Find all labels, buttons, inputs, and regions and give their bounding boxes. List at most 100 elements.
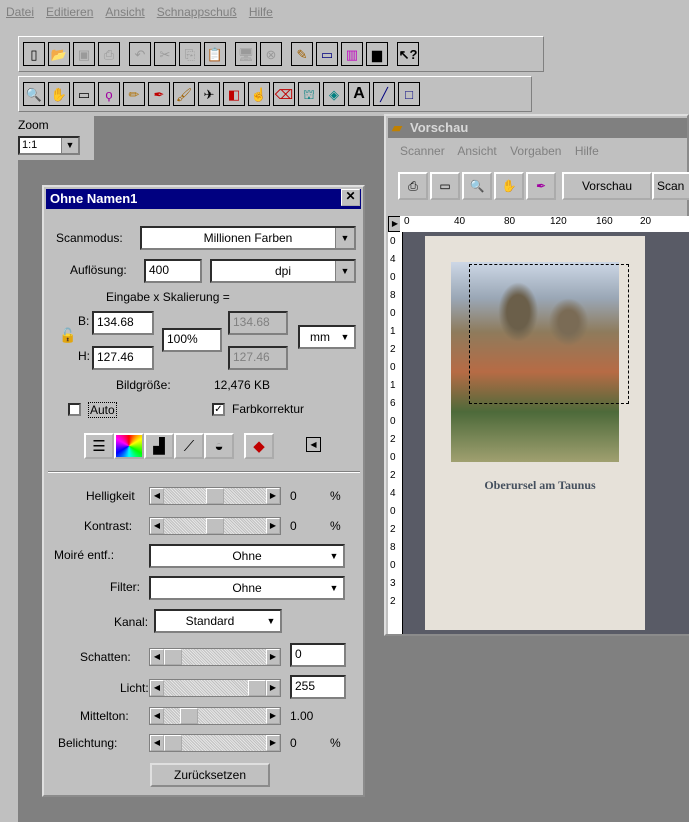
smudge-icon[interactable]: ☝ bbox=[248, 82, 270, 106]
undo-icon[interactable]: ↶ bbox=[129, 42, 151, 66]
auto-checkbox[interactable] bbox=[68, 403, 81, 416]
kanal-select[interactable]: Standard ▼ bbox=[154, 609, 282, 633]
arrow-left-icon[interactable]: ◀ bbox=[150, 680, 164, 696]
histogram-icon[interactable]: ▟ bbox=[144, 433, 174, 459]
menu-ansicht[interactable]: Ansicht bbox=[99, 5, 150, 19]
brush-icon[interactable]: 🖌 bbox=[173, 82, 195, 106]
arrow-left-icon[interactable]: ◀ bbox=[150, 649, 164, 665]
save-icon[interactable]: ▣ bbox=[73, 42, 95, 66]
chevron-down-icon[interactable]: ▼ bbox=[336, 327, 354, 347]
stop-icon[interactable]: ⊗ bbox=[260, 42, 282, 66]
pencil-icon[interactable]: ✏ bbox=[123, 82, 145, 106]
scanner-icon[interactable]: ⎙ bbox=[398, 172, 428, 200]
aufloesung-unit-select[interactable]: dpi ▼ bbox=[210, 259, 356, 283]
fill-icon[interactable]: ◈ bbox=[323, 82, 345, 106]
arrow-right-icon[interactable]: ▶ bbox=[266, 680, 280, 696]
chevron-down-icon[interactable]: ▼ bbox=[262, 611, 280, 631]
brush-tool-icon[interactable]: ✎ bbox=[291, 42, 313, 66]
rect-select-icon[interactable]: ▭ bbox=[430, 172, 460, 200]
arrow-right-icon[interactable]: ▶ bbox=[266, 649, 280, 665]
copy-icon[interactable]: ⎘ bbox=[179, 42, 201, 66]
zoom-select[interactable]: 1:1 ▼ bbox=[18, 136, 80, 155]
menu-editieren[interactable]: Editieren bbox=[40, 5, 99, 19]
slider-thumb[interactable] bbox=[164, 735, 182, 751]
scan-button[interactable]: Scan bbox=[652, 172, 689, 200]
menu-hilfe[interactable]: Hilfe bbox=[243, 5, 279, 19]
menu-datei[interactable]: Datei bbox=[0, 5, 40, 19]
farbkorrektur-checkbox[interactable]: ✓ bbox=[212, 403, 225, 416]
print-icon[interactable]: ⎙ bbox=[98, 42, 120, 66]
zoom-icon[interactable]: 🔍 bbox=[462, 172, 492, 200]
menu-hilfe[interactable]: Hilfe bbox=[575, 144, 599, 158]
schatten-input[interactable]: 0 bbox=[290, 643, 346, 667]
curves-icon[interactable]: ⟋ bbox=[174, 433, 204, 459]
mittelton-slider[interactable]: ◀ ▶ bbox=[149, 707, 281, 725]
arrow-right-icon[interactable]: ▶ bbox=[266, 518, 280, 534]
slider-thumb[interactable] bbox=[206, 518, 224, 534]
rect-select-icon[interactable]: ▭ bbox=[73, 82, 95, 106]
scale-input[interactable]: 100% bbox=[162, 328, 222, 352]
scanmodus-select[interactable]: Millionen Farben ▼ bbox=[140, 226, 356, 250]
arrow-right-icon[interactable]: ▶ bbox=[266, 488, 280, 504]
preview-area[interactable]: Oberursel am Taunus bbox=[403, 232, 689, 634]
expand-arrow-icon[interactable]: ◀ bbox=[306, 437, 321, 452]
color-wheel-icon[interactable] bbox=[114, 433, 144, 459]
slider-thumb[interactable] bbox=[164, 649, 182, 665]
arrow-left-icon[interactable]: ◀ bbox=[150, 488, 164, 504]
zoom-tool-icon[interactable]: 🔍 bbox=[23, 82, 45, 106]
chevron-down-icon[interactable]: ▼ bbox=[325, 546, 343, 566]
reset-button[interactable]: Zurücksetzen bbox=[150, 763, 270, 787]
selection-marquee[interactable] bbox=[469, 264, 629, 404]
cut-icon[interactable]: ✂ bbox=[154, 42, 176, 66]
slider-thumb[interactable] bbox=[180, 708, 198, 724]
unit-select[interactable]: mm ▼ bbox=[298, 325, 356, 349]
menu-schnappschuss[interactable]: Schnappschuß bbox=[151, 5, 243, 19]
slider-thumb[interactable] bbox=[206, 488, 224, 504]
licht-input[interactable]: 255 bbox=[290, 675, 346, 699]
lock-open-icon[interactable]: 🔓 bbox=[59, 327, 76, 344]
helligkeit-slider[interactable]: ◀ ▶ bbox=[149, 487, 281, 505]
close-icon[interactable]: ✕ bbox=[341, 189, 360, 206]
open-folder-icon[interactable]: 📂 bbox=[48, 42, 70, 66]
belichtung-slider[interactable]: ◀ ▶ bbox=[149, 734, 281, 752]
color-replace-icon[interactable]: ◧ bbox=[223, 82, 245, 106]
arrow-left-icon[interactable]: ◀ bbox=[150, 735, 164, 751]
schatten-slider[interactable]: ◀ ▶ bbox=[149, 648, 281, 666]
h-input[interactable]: 127.46 bbox=[92, 346, 154, 370]
chevron-down-icon[interactable]: ▼ bbox=[61, 138, 78, 153]
slider-thumb[interactable] bbox=[248, 680, 266, 696]
color-bars-icon[interactable]: ▥ bbox=[341, 42, 363, 66]
menu-scanner[interactable]: Scanner bbox=[400, 144, 445, 158]
hand-icon[interactable]: ✋ bbox=[494, 172, 524, 200]
vorschau-button[interactable]: Vorschau bbox=[562, 172, 652, 200]
kontrast-slider[interactable]: ◀ ▶ bbox=[149, 517, 281, 535]
filter-select[interactable]: Ohne ▼ bbox=[149, 576, 345, 600]
eraser-icon[interactable]: ◆ bbox=[244, 433, 274, 459]
chevron-down-icon[interactable]: ▼ bbox=[335, 261, 354, 281]
arrow-left-icon[interactable]: ◀ bbox=[150, 518, 164, 534]
menu-ansicht[interactable]: Ansicht bbox=[457, 144, 496, 158]
help-cursor-icon[interactable]: ↖? bbox=[397, 42, 419, 66]
pen-icon[interactable]: ✒ bbox=[148, 82, 170, 106]
b-input[interactable]: 134.68 bbox=[92, 311, 154, 335]
levels-icon[interactable]: ☰ bbox=[84, 433, 114, 459]
line-tool-icon[interactable]: ╱ bbox=[373, 82, 395, 106]
paste-icon[interactable]: 📋 bbox=[204, 42, 226, 66]
lasso-icon[interactable]: ϙ bbox=[98, 82, 120, 106]
eraser-icon[interactable]: ⌫ bbox=[273, 82, 295, 106]
arrow-right-icon[interactable]: ▶ bbox=[266, 735, 280, 751]
moire-select[interactable]: Ohne ▼ bbox=[149, 544, 345, 568]
chevron-down-icon[interactable]: ▼ bbox=[325, 578, 343, 598]
arrow-left-icon[interactable]: ◀ bbox=[150, 708, 164, 724]
licht-slider[interactable]: ◀ ▶ bbox=[149, 679, 281, 697]
menu-vorgaben[interactable]: Vorgaben bbox=[510, 144, 561, 158]
palette-bar-icon[interactable]: ▭ bbox=[316, 42, 338, 66]
histogram-icon[interactable]: ▆ bbox=[366, 42, 388, 66]
aufloesung-input[interactable]: 400 bbox=[144, 259, 202, 283]
eyedropper-icon[interactable]: ✒ bbox=[526, 172, 556, 200]
arrow-right-icon[interactable]: ▶ bbox=[266, 708, 280, 724]
clone-icon[interactable]: ⛫ bbox=[298, 82, 320, 106]
hand-tool-icon[interactable]: ✋ bbox=[48, 82, 70, 106]
text-tool-icon[interactable]: A bbox=[348, 82, 370, 106]
new-file-icon[interactable]: ▯ bbox=[23, 42, 45, 66]
